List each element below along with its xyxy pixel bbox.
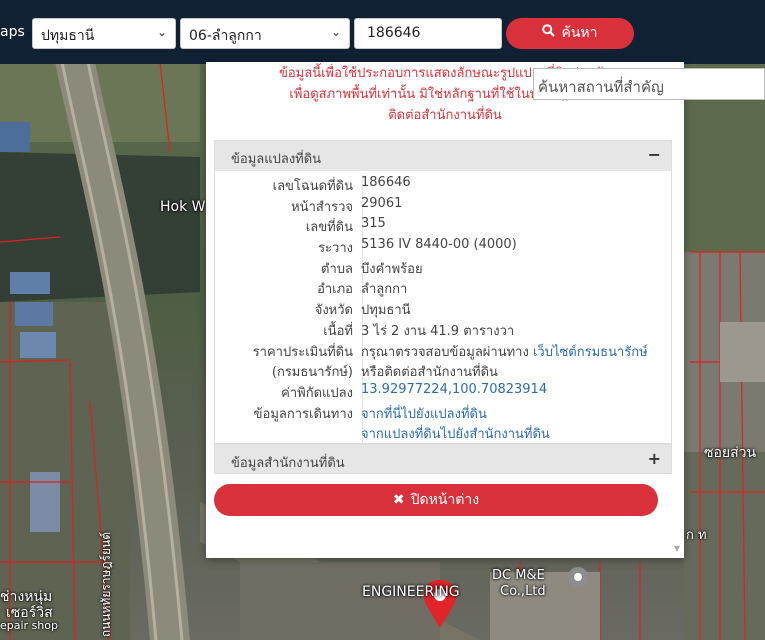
row-value: 5136 IV 8440-00 (4000)	[361, 237, 517, 253]
row-survey-page: หน้าสำรวจ 29061	[215, 196, 671, 217]
land-info-rows: เลขโฉนดที่ดิน 186646 หน้าสำรวจ 29061 เลขที…	[215, 171, 671, 445]
row-label: จังหวัด	[314, 303, 353, 319]
row-subdistrict: ตำบล บึงคำพร้อย	[215, 258, 671, 279]
coordinates-link[interactable]: 13.92977224,100.70823914	[361, 382, 547, 397]
directions-to-parcel-link[interactable]: จากที่นี่ไปยังแปลงที่ดิน	[361, 403, 487, 424]
row-appraisal: ราคาประเมินที่ดิน กรุณาตรวจสอบข้อมูลผ่านท…	[215, 341, 671, 362]
row-value: ปทุมธานี	[361, 303, 411, 319]
row-value: หรือติดต่อสำนักงานที่ดิน	[361, 365, 498, 381]
province-value: ปทุมธานี	[41, 28, 95, 44]
row-label: (กรมธนารักษ์)	[271, 365, 353, 381]
row-area: เนื้อที่ 3 ไร่ 2 งาน 41.9 ตารางวา	[215, 320, 671, 341]
row-coordinates: ค่าพิกัดแปลง 13.92977224,100.70823914	[215, 382, 671, 403]
row-directions: ข้อมูลการเดินทาง จากที่นี่ไปยังแปลงที่ดิน	[215, 403, 671, 424]
row-label: ข้อมูลการเดินทาง	[253, 406, 353, 422]
row-district: อำเภอ ลำลูกกา	[215, 278, 671, 299]
close-label: ปิดหน้าต่าง	[410, 492, 480, 508]
appraisal-text: กรุณาตรวจสอบข้อมูลผ่านทาง	[361, 344, 529, 360]
row-value: ลำลูกกา	[361, 282, 408, 298]
province-select[interactable]: ปทุมธานี ⌄	[32, 18, 176, 49]
land-panel-title: ข้อมูลแปลงที่ดิน	[231, 152, 322, 167]
map-label-kt: ก ท	[686, 528, 707, 543]
row-label: อำเภอ	[317, 282, 353, 298]
land-panel-header[interactable]: ข้อมูลแปลงที่ดิน −	[215, 141, 671, 171]
search-icon	[542, 18, 556, 49]
search-button[interactable]: ค้นหา	[506, 18, 634, 49]
row-value: 186646	[361, 175, 411, 190]
map-label-road: ถนนหทัยราษฎร์ยนต์	[99, 532, 113, 638]
district-value: 06-ลำลูกกา	[189, 28, 262, 44]
treasury-website-link[interactable]: เว็บไซต์กรมธนารักษ์	[533, 345, 648, 360]
map-label-eng: ENGINEERING	[362, 584, 460, 600]
map-label-dc: DC M&E	[492, 568, 545, 583]
map-label-soi: ซอยส่วน	[704, 445, 757, 461]
row-value: 315	[361, 216, 386, 232]
row-value: 29061	[361, 195, 403, 211]
row-label: ราคาประเมินที่ดิน	[252, 344, 353, 360]
close-window-button[interactable]: ✖ ปิดหน้าต่าง	[214, 484, 658, 516]
row-province: จังหวัด ปทุมธานี	[215, 299, 671, 320]
row-value: บึงคำพร้อย	[361, 261, 423, 277]
row-label: เลขที่ดิน	[305, 220, 353, 236]
map-label-dc2: Co.,Ltd	[500, 584, 546, 599]
row-label: เนื้อที่	[323, 323, 353, 339]
collapse-icon[interactable]: −	[648, 145, 661, 164]
row-label: ค่าพิกัดแปลง	[281, 385, 353, 401]
office-panel-header[interactable]: ข้อมูลสำนักงานที่ดิน +	[214, 444, 672, 474]
row-directions-2: จากแปลงที่ดินไปยังสำนักงานที่ดิน	[215, 423, 671, 444]
row-value: 3 ไร่ 2 งาน 41.9 ตารางวา	[361, 323, 515, 339]
top-bar: aps ปทุมธานี ⌄ 06-ลำลูกกา ⌄ 186646 ค้นหา	[0, 0, 765, 64]
row-appraisal-note: (กรมธนารักษ์) หรือติดต่อสำนักงานที่ดิน	[215, 361, 671, 382]
map-label-shop3: epair shop	[0, 619, 58, 632]
land-info-panel: ข้อมูลแปลงที่ดิน − เลขโฉนดที่ดิน 186646 ห…	[214, 140, 672, 445]
row-map-sheet: ระวาง 5136 IV 8440-00 (4000)	[215, 237, 671, 258]
row-deed-number: เลขโฉนดที่ดิน 186646	[215, 175, 671, 196]
scroll-down-icon[interactable]: ▼	[674, 544, 680, 553]
brand-text: aps	[0, 24, 25, 40]
office-panel-title: ข้อมูลสำนักงานที่ดิน	[231, 456, 345, 471]
expand-icon[interactable]: +	[648, 449, 661, 468]
search-label: ค้นหา	[561, 25, 598, 41]
row-label: เลขโฉนดที่ดิน	[272, 179, 353, 194]
directions-to-office-link[interactable]: จากแปลงที่ดินไปยังสำนักงานที่ดิน	[361, 423, 550, 444]
land-info-modal: ข้อมูลนี้เพื่อใช้ประกอบการแสดงลักษณะรูปแ…	[206, 62, 684, 558]
landmark-search-input[interactable]: ค้นหาสถานที่สำคัญ	[533, 68, 765, 100]
row-label: ตำบล	[321, 261, 353, 277]
chevron-down-icon: ⌄	[330, 25, 341, 39]
row-label: ระวาง	[318, 241, 353, 257]
row-land-number: เลขที่ดิน 315	[215, 216, 671, 237]
map-label-hok: Hok W	[160, 199, 206, 215]
notice-line-3: ติดต่อสำนักงานที่ดิน	[388, 108, 502, 123]
row-label: หน้าสำรวจ	[291, 199, 353, 215]
chevron-down-icon: ⌄	[156, 25, 167, 39]
deed-number-input[interactable]: 186646	[354, 18, 502, 49]
row-value: กรุณาตรวจสอบข้อมูลผ่านทาง เว็บไซต์กรมธนา…	[361, 341, 648, 362]
district-select[interactable]: 06-ลำลูกกา ⌄	[180, 18, 350, 49]
close-icon: ✖	[392, 492, 405, 508]
